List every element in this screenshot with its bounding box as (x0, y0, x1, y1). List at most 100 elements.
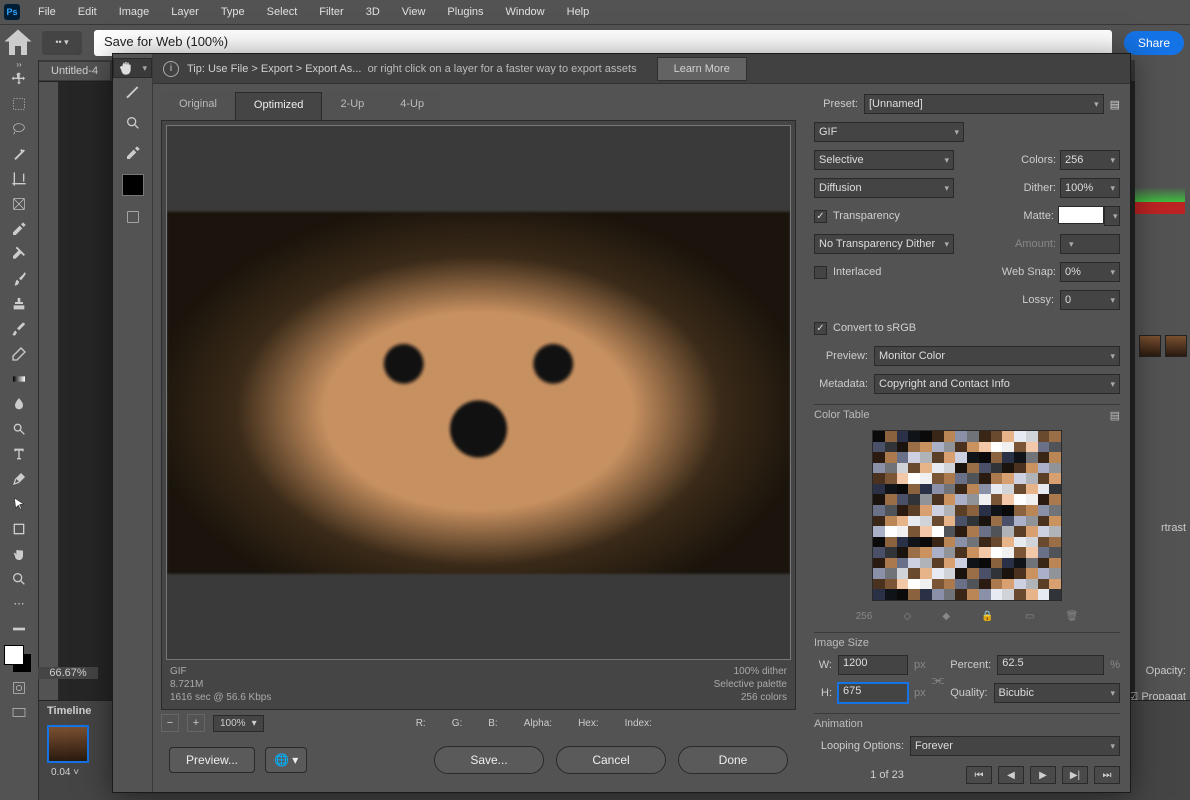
browser-preview-button[interactable]: 🌐 ▾ (265, 747, 307, 773)
zoom-tool[interactable] (0, 566, 38, 591)
width-input[interactable]: 1200 (838, 655, 908, 675)
zoom-dropdown[interactable]: 100%▾ (213, 715, 264, 732)
dialog-eyedropper-color[interactable] (122, 174, 144, 196)
shape-tool[interactable] (0, 516, 38, 541)
lossy-select[interactable]: 0 (1060, 290, 1120, 310)
opacity-label: Opacity: (1146, 665, 1186, 677)
first-frame-button[interactable]: ⏮ (966, 766, 992, 784)
color-reduction-select[interactable]: Selective (814, 150, 954, 170)
ct-new-icon[interactable]: ▭ (1025, 611, 1034, 622)
history-brush-tool[interactable] (0, 316, 38, 341)
tab-2up[interactable]: 2-Up (322, 92, 382, 120)
menu-type[interactable]: Type (211, 3, 255, 21)
share-button[interactable]: Share (1124, 31, 1184, 55)
color-table-menu-icon[interactable]: ▤ (1110, 409, 1120, 422)
ct-icon[interactable]: ◇ (903, 611, 911, 622)
preview-image[interactable] (166, 125, 791, 660)
dialog-hand-tool[interactable] (113, 58, 152, 78)
wand-tool[interactable] (0, 141, 38, 166)
dither-algo-select[interactable]: Diffusion (814, 178, 954, 198)
tool-preset-picker[interactable]: •• ▾ (42, 31, 82, 55)
frame-tool[interactable] (0, 191, 38, 216)
last-frame-button[interactable]: ⏭ (1094, 766, 1120, 784)
color-swatches[interactable] (4, 645, 34, 675)
matte-swatch[interactable] (1058, 206, 1104, 224)
preview-button[interactable]: Preview... (169, 747, 255, 773)
done-button[interactable]: Done (678, 746, 788, 774)
colors-select[interactable]: 256 (1060, 150, 1120, 170)
eraser-tool[interactable] (0, 341, 38, 366)
save-button[interactable]: Save... (434, 746, 544, 774)
marquee-tool[interactable] (0, 91, 38, 116)
dither-amount-select[interactable]: 100% (1060, 178, 1120, 198)
document-tab[interactable]: Untitled-4 (39, 62, 110, 80)
percent-input[interactable]: 62.5 (997, 655, 1104, 675)
loop-select[interactable]: Forever (910, 736, 1120, 756)
next-frame-button[interactable]: ▶| (1062, 766, 1088, 784)
crop-tool[interactable] (0, 166, 38, 191)
cancel-button[interactable]: Cancel (556, 746, 666, 774)
menu-layer[interactable]: Layer (161, 3, 209, 21)
height-input[interactable]: 675 (838, 683, 908, 703)
play-button[interactable]: ▶ (1030, 766, 1056, 784)
menu-edit[interactable]: Edit (68, 3, 107, 21)
menu-plugins[interactable]: Plugins (437, 3, 493, 21)
transparency-checkbox[interactable]: ✓ (814, 210, 827, 223)
edit-toolbar-icon[interactable] (0, 616, 38, 641)
format-select[interactable]: GIF (814, 122, 964, 142)
heal-tool[interactable] (0, 241, 38, 266)
dodge-tool[interactable] (0, 416, 38, 441)
zoom-in-button[interactable]: + (187, 714, 205, 732)
menu-filter[interactable]: Filter (309, 3, 353, 21)
move-tool[interactable] (0, 66, 38, 91)
ct-trash-icon[interactable]: 🗑 (1066, 611, 1079, 622)
timeline-frame-thumb[interactable] (47, 725, 89, 763)
pen-tool[interactable] (0, 466, 38, 491)
menu-3d[interactable]: 3D (356, 3, 390, 21)
menu-help[interactable]: Help (557, 3, 600, 21)
preview-select[interactable]: Monitor Color (874, 346, 1120, 366)
menu-image[interactable]: Image (109, 3, 160, 21)
quick-mask-icon[interactable] (0, 675, 38, 700)
dialog-zoom-tool[interactable] (113, 108, 152, 138)
websnap-select[interactable]: 0% (1060, 262, 1120, 282)
srgb-checkbox[interactable]: ✓ (814, 322, 827, 335)
tab-optimized[interactable]: Optimized (235, 92, 323, 120)
ct-icon[interactable]: ◆ (942, 611, 950, 622)
tab-4up[interactable]: 4-Up (382, 92, 442, 120)
gradient-tool[interactable] (0, 366, 38, 391)
amount-select[interactable] (1060, 234, 1120, 254)
preset-select[interactable]: [Unnamed] (864, 94, 1104, 114)
dialog-slice-visibility-icon[interactable] (113, 202, 152, 232)
eyedropper-tool[interactable] (0, 216, 38, 241)
dialog-eyedropper-tool[interactable] (113, 138, 152, 168)
lasso-tool[interactable] (0, 116, 38, 141)
metadata-select[interactable]: Copyright and Contact Info (874, 374, 1120, 394)
menu-window[interactable]: Window (496, 3, 555, 21)
quality-select[interactable]: Bicubic (994, 683, 1120, 703)
dialog-slice-tool[interactable] (113, 78, 152, 108)
trans-dither-select[interactable]: No Transparency Dither (814, 234, 954, 254)
zoom-out-button[interactable]: − (161, 714, 179, 732)
screen-mode-icon[interactable] (0, 700, 38, 725)
search-field[interactable]: Save for Web (100%) (94, 30, 1112, 56)
menu-file[interactable]: File (28, 3, 66, 21)
preset-menu-icon[interactable]: ▤ (1110, 98, 1120, 111)
ellipsis-icon[interactable]: ⋯ (0, 591, 38, 616)
path-select-tool[interactable] (0, 491, 38, 516)
type-tool[interactable] (0, 441, 38, 466)
blur-tool[interactable] (0, 391, 38, 416)
interlaced-checkbox[interactable] (814, 266, 827, 279)
menu-select[interactable]: Select (257, 3, 308, 21)
stamp-tool[interactable] (0, 291, 38, 316)
constrain-icon[interactable]: ⫘ (932, 671, 945, 688)
hand-tool[interactable] (0, 541, 38, 566)
menu-view[interactable]: View (392, 3, 436, 21)
ct-lock-icon[interactable]: 🔒 (981, 611, 993, 622)
brush-tool[interactable] (0, 266, 38, 291)
tab-original[interactable]: Original (161, 92, 235, 120)
color-table[interactable] (872, 430, 1062, 601)
learn-more-button[interactable]: Learn More (657, 57, 747, 81)
home-button[interactable] (0, 25, 36, 61)
prev-frame-button[interactable]: ◀ (998, 766, 1024, 784)
